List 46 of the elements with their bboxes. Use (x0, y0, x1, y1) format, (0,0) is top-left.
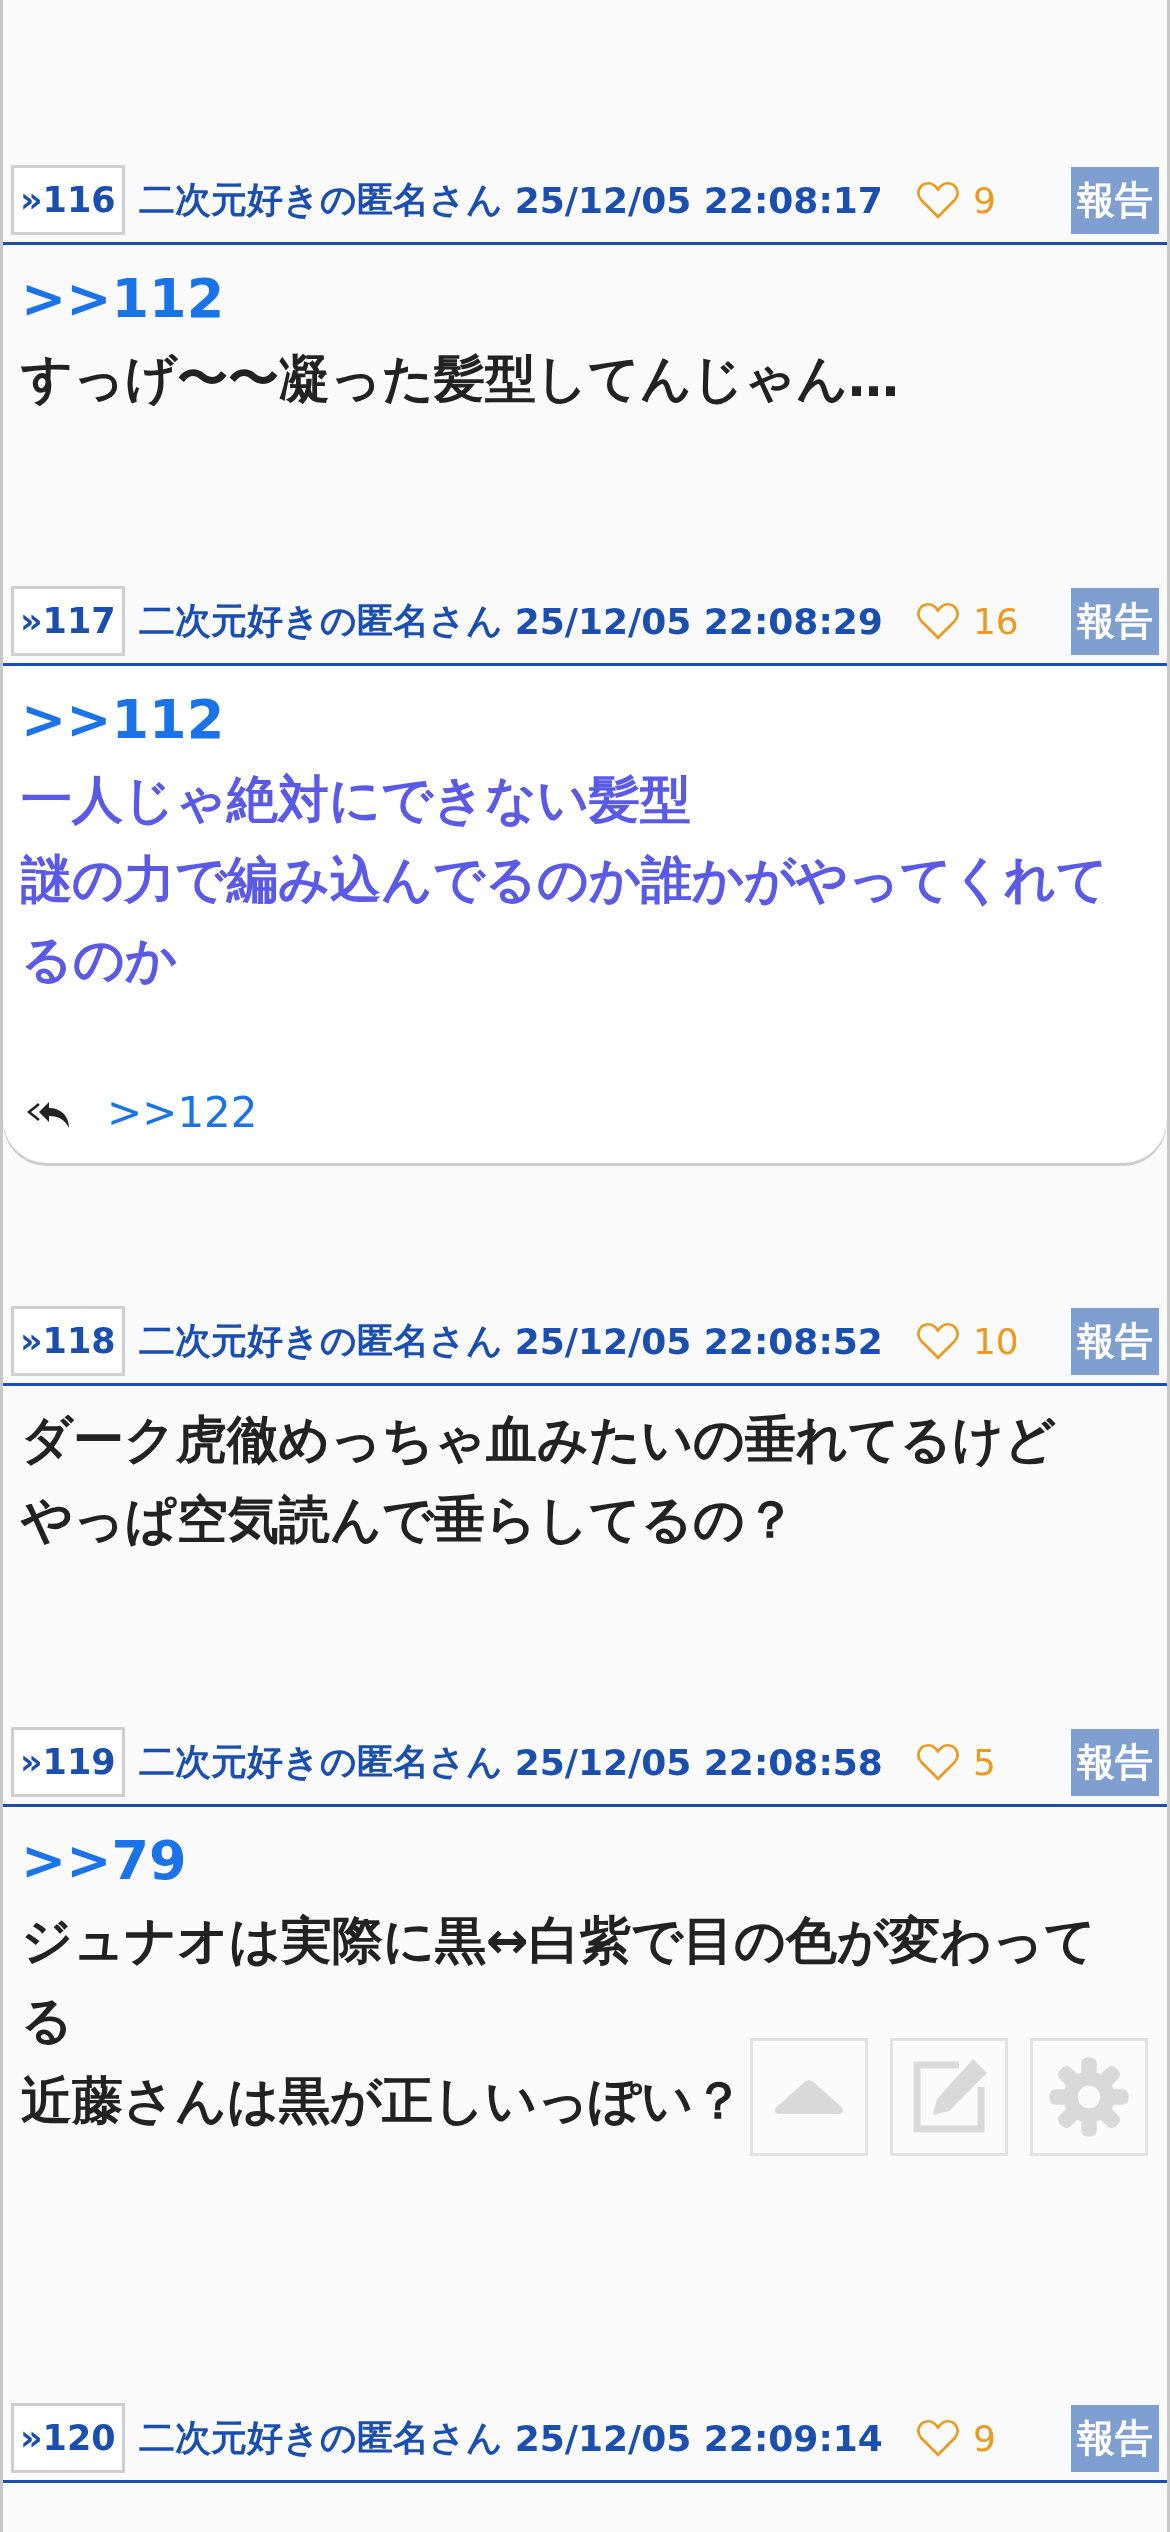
heart-icon[interactable] (916, 2419, 959, 2457)
reply-anchor-link[interactable]: >>112 (21, 680, 1127, 760)
post-text: 近藤さんは黒が正しいっぽい？ (21, 2070, 744, 2132)
post-text: 一人じゃ絶対にできない髪型 (21, 769, 691, 831)
report-button[interactable]: 報告 (1071, 587, 1159, 655)
post-number-link[interactable]: »116 (11, 165, 125, 235)
report-button[interactable]: 報告 (1071, 1307, 1159, 1375)
poster-name: 二次元好きの匿名さん (138, 598, 503, 643)
scroll-top-button[interactable] (750, 2038, 868, 2156)
post-text: やっぱ空気読んで垂らしてるの？ (21, 1489, 796, 1551)
post-number-link[interactable]: »117 (11, 586, 125, 656)
like-count: 10 (972, 1320, 1019, 1362)
reply-link[interactable]: >>122 (107, 1088, 258, 1137)
settings-icon (1046, 2054, 1132, 2140)
post-number-link[interactable]: »120 (11, 2403, 125, 2473)
like-count: 5 (972, 1741, 996, 1783)
report-button[interactable]: 報告 (1071, 1728, 1159, 1796)
poster-name: 二次元好きの匿名さん (138, 2415, 503, 2460)
report-button[interactable]: 報告 (1071, 2404, 1159, 2472)
post-date: 25/12/05 22:09:14 (514, 2417, 883, 2459)
post-text: ジュナオは実際に黒↔白紫で目の色が変わってる (21, 1910, 1097, 2052)
heart-icon[interactable] (916, 1743, 959, 1781)
poster-name: 二次元好きの匿名さん (138, 1739, 503, 1784)
post-date: 25/12/05 22:08:29 (514, 600, 883, 642)
report-button[interactable]: 報告 (1071, 166, 1159, 234)
like-count: 16 (972, 600, 1019, 642)
post-text: ダーク虎徹めっちゃ血みたいの垂れてるけど (21, 1409, 1056, 1471)
post-date: 25/12/05 22:08:58 (514, 1741, 883, 1783)
reply-anchor-link[interactable]: >>79 (21, 1821, 1127, 1901)
post-number-link[interactable]: »119 (11, 1727, 125, 1797)
like-count: 9 (972, 179, 996, 221)
post-text: 謎の力で編み込んでるのか誰かがやってくれてるのか (21, 849, 1109, 991)
settings-button[interactable] (1030, 2038, 1148, 2156)
edit-button[interactable] (890, 2038, 1008, 2156)
like-count: 9 (972, 2417, 996, 2459)
post-number-link[interactable]: »118 (11, 1306, 125, 1376)
poster-name: 二次元好きの匿名さん (138, 1318, 503, 1363)
poster-name: 二次元好きの匿名さん (138, 177, 503, 222)
post-text: すっげ〜〜凝った髪型してんじゃん… (21, 348, 899, 410)
post-date: 25/12/05 22:08:52 (514, 1320, 883, 1362)
reply-anchor-link[interactable]: >>112 (21, 259, 1127, 339)
heart-icon[interactable] (916, 602, 959, 640)
heart-icon[interactable] (916, 1322, 959, 1360)
post-date: 25/12/05 22:08:17 (514, 179, 883, 221)
up-triangle-icon (774, 2080, 844, 2114)
heart-icon[interactable] (916, 181, 959, 219)
